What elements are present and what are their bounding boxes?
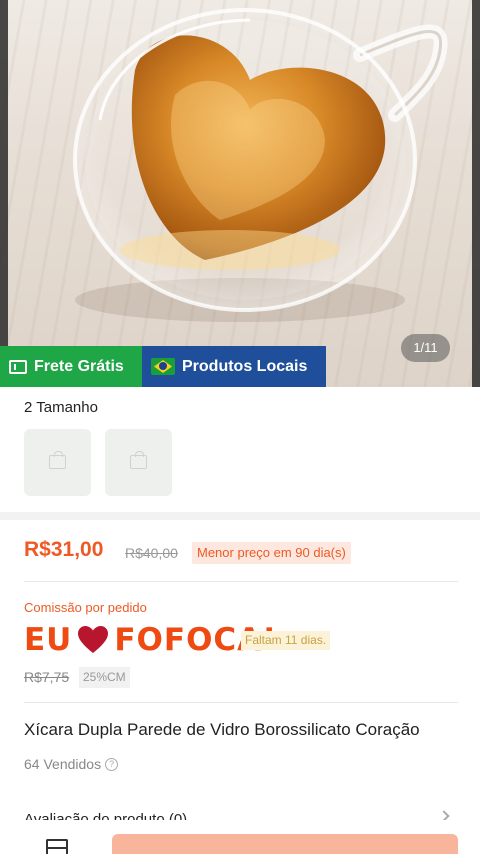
product-image-gallery[interactable]: 1/11 [0,0,480,387]
truck-icon [9,359,27,374]
heart-glass-cup-image [73,8,448,322]
section-divider [0,512,480,520]
divider [24,702,458,703]
product-title: Xícara Dupla Parede de Vidro Borossilica… [24,720,420,739]
free-shipping-label: Frete Grátis [34,357,124,375]
local-products-badge: Produtos Locais [142,346,326,387]
commission-rate-tag: 25%CM [79,667,130,688]
shopping-bag-icon [49,451,66,469]
overlay-text-left: EU [24,622,73,658]
brazil-flag-icon [151,358,175,375]
free-shipping-badge: Frete Grátis [0,346,142,387]
product-reviews-row[interactable]: Avaliação do produto (0) [24,806,450,820]
local-products-label: Produtos Locais [182,357,308,375]
variant-count-label[interactable]: 2 Tamanho [24,399,98,416]
days-left-tag: Faltam 11 dias. [241,631,331,650]
primary-action-button[interactable] [112,834,458,854]
divider [24,581,458,582]
chevron-right-icon [438,810,450,820]
sold-count: 64 Vendidos ? [24,756,119,772]
heart-icon [78,626,109,653]
variant-thumb-1[interactable] [24,429,91,496]
commission-label: Comissão por pedido [24,600,147,615]
commission-old-value: R$7,75 [24,669,70,685]
sold-count-label: 64 Vendidos [24,756,102,772]
reviews-label: Avaliação do produto (0) [24,811,188,820]
original-price: R$40,00 [125,545,178,561]
image-counter: 1/11 [401,334,450,362]
shop-icon[interactable] [46,839,68,854]
variant-thumb-2[interactable] [105,429,172,496]
lowest-price-tag: Menor preço em 90 dia(s) [192,542,351,564]
bottom-action-bar [0,822,480,854]
overlay-sticker-text: EU FOFOCA! [24,622,277,658]
info-icon[interactable]: ? [105,757,119,771]
shopping-bag-icon [130,451,147,469]
current-price: R$31,00 [24,538,104,561]
